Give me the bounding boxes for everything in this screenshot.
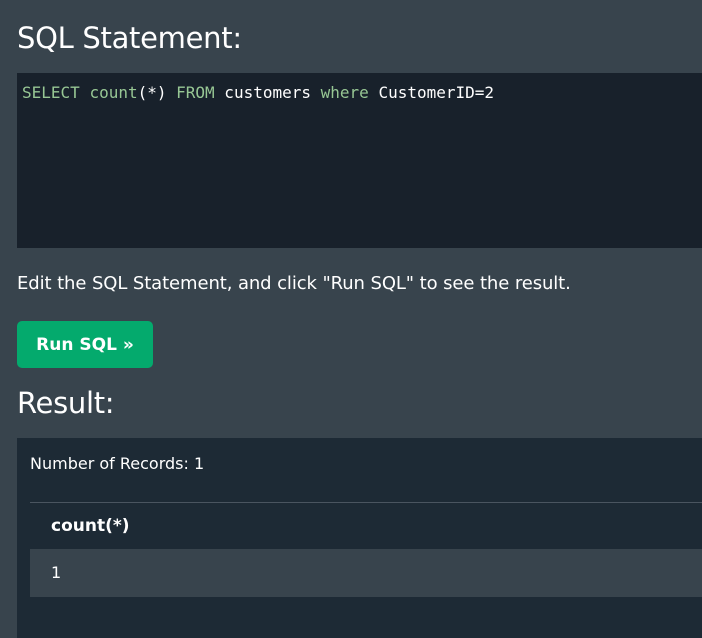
sql-token: count <box>89 83 138 102</box>
sql-token: (*) <box>137 83 177 102</box>
sql-token: CustomerID=2 <box>368 83 495 102</box>
result-table: count(*) 1 <box>30 502 702 597</box>
record-count: Number of Records: 1 <box>30 454 205 473</box>
result-heading: Result: <box>17 386 115 420</box>
table-header-row: count(*) <box>30 502 702 549</box>
table-cell: 1 <box>30 548 702 597</box>
sql-token: where <box>320 83 369 102</box>
run-sql-button[interactable]: Run SQL » <box>17 321 153 368</box>
instruction-text: Edit the SQL Statement, and click "Run S… <box>17 273 571 294</box>
table-row: 1 <box>30 548 702 597</box>
sql-statement-heading: SQL Statement: <box>17 21 242 55</box>
column-header: count(*) <box>30 502 702 549</box>
sql-token: FROM <box>176 83 215 102</box>
sql-token: customers <box>214 83 321 102</box>
sql-editor[interactable]: SELECT count(*) FROM customers where Cus… <box>17 73 702 248</box>
result-panel: Number of Records: 1 count(*) 1 <box>17 438 702 638</box>
sql-token: SELECT <box>22 83 80 102</box>
